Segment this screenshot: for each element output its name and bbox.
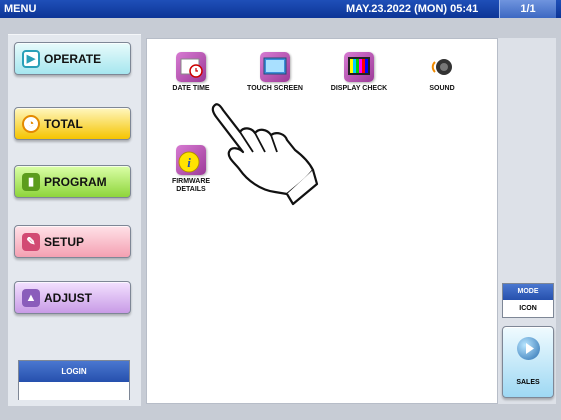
tile-date-time-label: DATE TIME [172,85,210,92]
setup-icon: ✎ [22,232,40,251]
tile-touch-screen[interactable]: TOUCH SCREEN [245,52,305,93]
tile-sound[interactable]: SOUND [412,52,472,93]
play-icon [517,337,540,360]
sales-label: SALES [516,379,540,386]
login-label: LOGIN [19,361,129,382]
tile-display-check[interactable]: DISPLAY CHECK [329,52,389,93]
touch-screen-icon [260,52,290,82]
tile-display-check-label: DISPLAY CHECK [330,85,388,92]
setup-label: SETUP [44,234,85,249]
operate-label: OPERATE [44,51,102,66]
tile-date-time[interactable]: DATE TIME [161,52,221,93]
mode-value: ICON [503,300,553,317]
setup-button[interactable]: ✎ SETUP [14,225,131,258]
date-time-icon [176,52,206,82]
total-label: TOTAL [44,116,83,131]
page-indicator: 1/1 [499,0,556,18]
adjust-label: ADJUST [44,290,93,305]
title-bar: MENU MAY.23.2022 (MON) 05:41 1/1 [0,0,561,18]
mode-indicator: MODE ICON [502,283,554,318]
tile-sound-label: SOUND [429,85,455,92]
operate-icon: ▶ [22,49,40,68]
program-label: PROGRAM [44,174,107,189]
total-button[interactable]: ◔ TOTAL [14,107,131,140]
sound-icon [427,52,457,82]
left-panel [8,34,141,406]
pointing-hand-icon [211,103,319,206]
adjust-icon: ▲ [22,288,40,307]
display-check-icon [344,52,374,82]
mode-title: MODE [503,284,553,300]
firmware-details-icon: i [176,145,206,175]
total-icon: ◔ [22,114,40,133]
adjust-button[interactable]: ▲ ADJUST [14,281,131,314]
operate-button[interactable]: ▶ OPERATE [14,42,131,75]
login-box[interactable]: LOGIN [18,360,130,400]
page-title: MENU [4,3,37,15]
tile-touch-screen-label: TOUCH SCREEN [247,85,303,92]
date-time-display: MAY.23.2022 (MON) 05:41 [346,3,479,15]
svg-text:i: i [187,155,191,170]
program-icon: ▮ [22,172,40,191]
program-button[interactable]: ▮ PROGRAM [14,165,131,198]
login-value [19,382,129,400]
sales-button[interactable]: SALES [502,326,554,398]
